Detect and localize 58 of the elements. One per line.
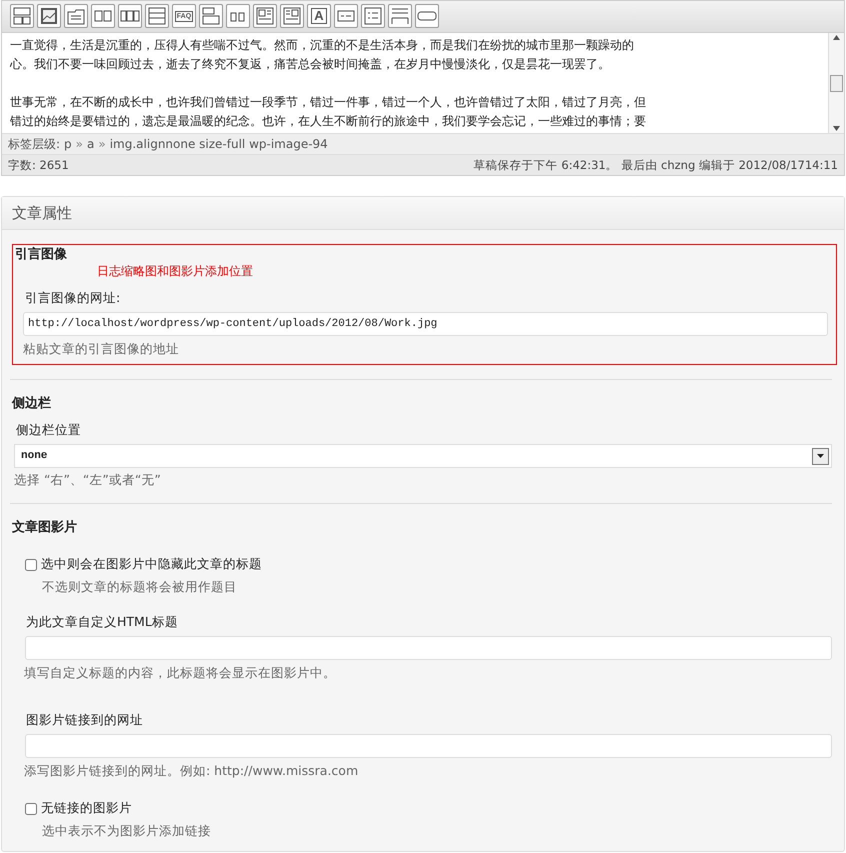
save-status: 草稿保存于下午 6:42:31。 最后由 chzng 编辑于 2012/08/1714:11 <box>474 157 838 174</box>
float-right-icon <box>281 5 303 27</box>
field-label: 侧边栏位置 <box>16 422 82 439</box>
word-count: 字数: 2651 <box>8 157 69 174</box>
toolbar-button[interactable] <box>64 4 88 28</box>
toolbar-button[interactable] <box>199 4 223 28</box>
field-hint: 填写自定义标题的内容，此标题将会显示在图影片中。 <box>24 665 337 682</box>
path-item[interactable]: p <box>64 134 72 154</box>
toolbar-button[interactable] <box>415 4 439 28</box>
paragraph: 世事无常，在不断的成长中，也许我们曾错过一段季节，错过一件事，错过一个人，也许曾错过了太阳，错过了月亮，但 错过的始终是要错过的，遗忘是最温暖的纪念。也许，在人生不断前行的旅途中，我们要学会忘记，一些难过的事情；要 <box>10 94 647 130</box>
toolbar-button[interactable] <box>37 4 61 28</box>
toolbar-button[interactable] <box>280 4 304 28</box>
rows-icon <box>146 5 168 27</box>
field-hint: 不选则文章的标题将会被用作题目 <box>42 579 238 596</box>
toolbar-button[interactable] <box>118 4 142 28</box>
path-separator: » <box>76 136 84 153</box>
toolbar-button[interactable] <box>388 4 412 28</box>
toolbar-button[interactable] <box>253 4 277 28</box>
section-heading: 引言图像 <box>15 246 68 263</box>
field-hint: 粘贴文章的引言图像的地址 <box>23 341 180 358</box>
list-icon <box>362 5 384 27</box>
input-field[interactable]: http://localhost/wordpress/wp-content/uploads/2012/08/Work.jpg <box>23 312 828 336</box>
field-hint: 选择 “右”、“左”或者“无” <box>14 472 162 489</box>
section-heading: 侧边栏 <box>12 395 52 412</box>
image-icon <box>38 5 60 27</box>
toolbar-button[interactable] <box>91 4 115 28</box>
toolbar-button[interactable] <box>361 4 385 28</box>
layout-icon <box>11 5 33 27</box>
input-field[interactable] <box>25 734 832 758</box>
checkbox[interactable] <box>25 802 37 814</box>
toolbar-button[interactable] <box>10 4 34 28</box>
checkbox-label: 无链接的图影片 <box>41 800 132 817</box>
field-label: 引言图像的网址: <box>25 290 122 307</box>
text-icon: A <box>311 8 327 24</box>
scroll-down-icon[interactable] <box>833 126 840 131</box>
scroll-up-icon[interactable] <box>833 35 840 40</box>
scrollbar-thumb[interactable] <box>830 74 843 92</box>
path-label: 标签层级: <box>8 136 60 153</box>
toolbar-button[interactable]: A <box>307 4 331 28</box>
box-icon <box>200 5 222 27</box>
field-hint: 选中表示不为图影片添加链接 <box>42 823 212 840</box>
meta-box-title: 文章属性 <box>2 197 844 230</box>
checkbox[interactable] <box>25 558 37 570</box>
path-separator: » <box>98 136 106 153</box>
path-item[interactable]: a <box>87 134 94 154</box>
annotation-note: 日志缩略图和图影片添加位置 <box>97 263 254 280</box>
dropdown[interactable]: none <box>14 444 832 468</box>
section-heading: 文章图影片 <box>12 518 78 536</box>
paragraph: 一直觉得，生活是沉重的，压得人有些喘不过气。然而，沉重的不是生活本身，而是我们在纷扰的城市里那一颗躁动的 心。我们不要一味回顾过去，逝去了终究不复返，痛苦总会被时间掩盖，在岁月中慢慢淡化，仅是昙花一现罢了。 <box>10 37 635 73</box>
path-item[interactable]: img.alignnone size-full wp-image-94 <box>110 134 328 154</box>
toolbar-button[interactable] <box>145 4 169 28</box>
toolbar-button[interactable] <box>334 4 358 28</box>
float-left-icon <box>254 5 276 27</box>
field-label: 为此文章自定义HTML标题 <box>26 614 179 631</box>
input-field[interactable] <box>25 636 832 660</box>
field-label: 图影片链接到的网址 <box>26 712 144 729</box>
field-hint: 添写图影片链接到的网址。例如: http://www.missra.com <box>24 763 360 780</box>
checkbox-label: 选中则会在图影片中隐藏此文章的标题 <box>41 556 262 573</box>
